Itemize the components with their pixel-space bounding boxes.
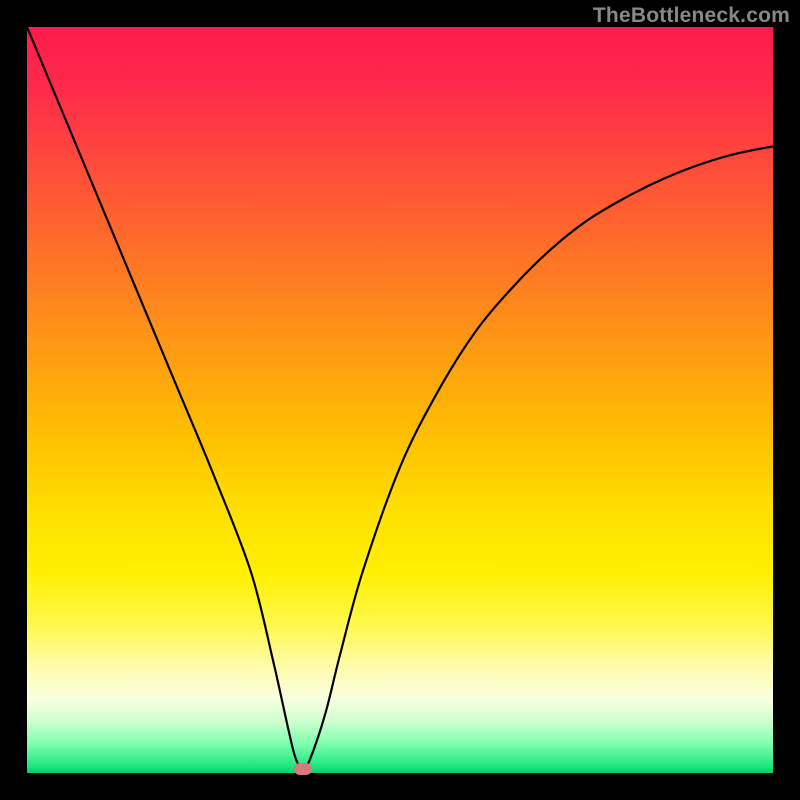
chart-frame: TheBottleneck.com xyxy=(0,0,800,800)
watermark-label: TheBottleneck.com xyxy=(593,4,790,28)
plot-area xyxy=(27,27,773,773)
bottleneck-curve xyxy=(27,27,773,773)
optimum-marker xyxy=(294,763,312,775)
